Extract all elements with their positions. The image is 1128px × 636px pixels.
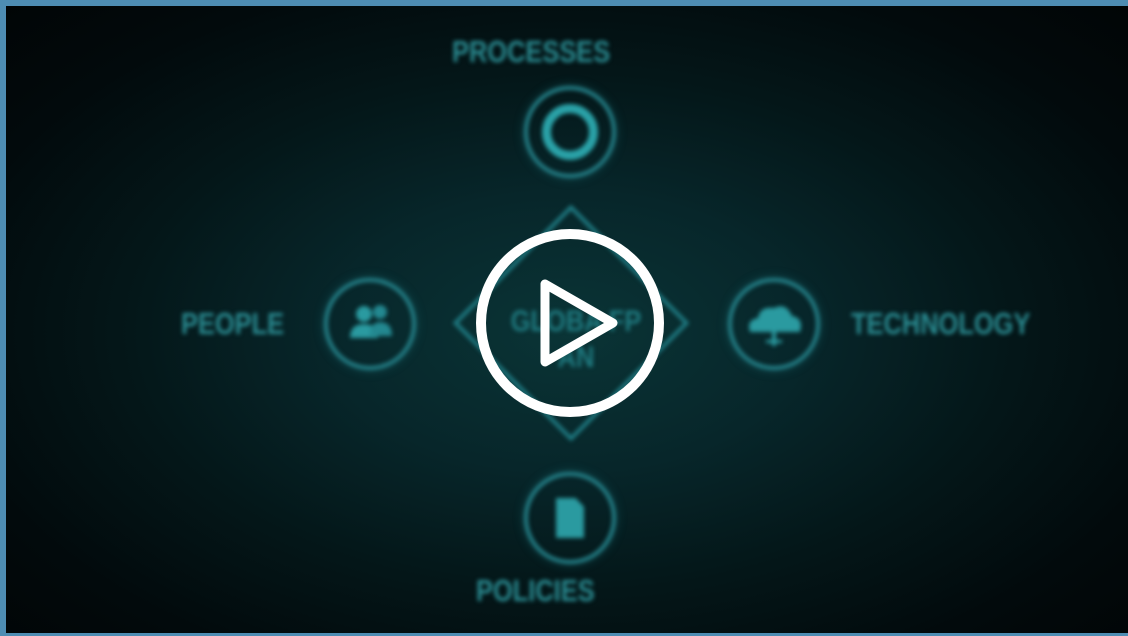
document-icon	[556, 498, 584, 538]
people-node	[324, 278, 416, 370]
processes-label: PROCESSES	[452, 34, 611, 69]
technology-node	[728, 278, 820, 370]
donut-icon	[542, 104, 598, 160]
people-icon	[350, 305, 392, 338]
policies-node	[524, 472, 616, 564]
video-player[interactable]: PROCESSES POLICIES PEOPLE TECHNOLOGY GLO…	[6, 6, 1128, 633]
play-icon[interactable]	[473, 226, 667, 420]
people-label: PEOPLE	[181, 306, 285, 341]
play-button[interactable]	[473, 226, 667, 420]
technology-label: TECHNOLOGY	[851, 306, 1031, 341]
processes-node	[524, 86, 616, 178]
policies-label: POLICIES	[476, 573, 595, 608]
cloud-icon	[749, 306, 801, 346]
